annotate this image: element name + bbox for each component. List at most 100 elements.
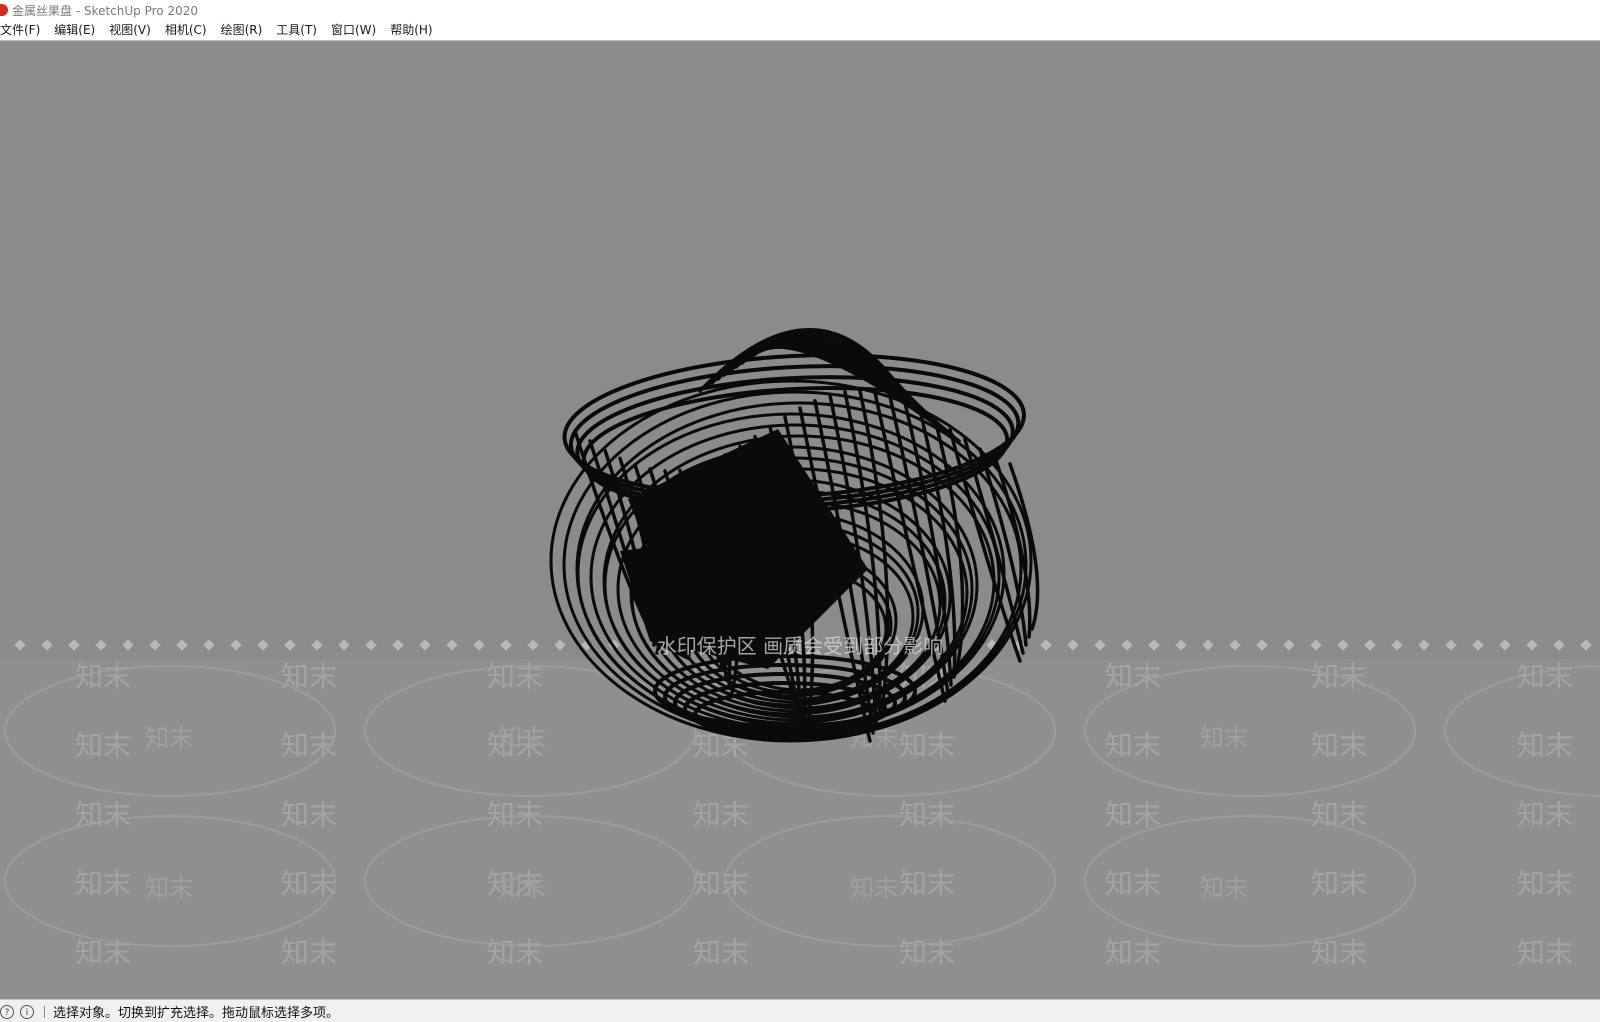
menu-view[interactable]: 视图(V) — [102, 20, 158, 40]
menu-file[interactable]: 文件(F) — [0, 20, 47, 40]
watermark-diamond — [176, 639, 188, 651]
watermark-diamond — [41, 639, 53, 651]
watermark-text: 知末 — [145, 874, 193, 902]
watermark-text: 知末 — [75, 867, 131, 900]
watermark-diamond — [1445, 639, 1457, 651]
watermark-diamond — [392, 639, 404, 651]
watermark-text: 知末 — [1200, 874, 1248, 902]
watermark-text: 知末 — [1105, 660, 1161, 693]
watermark-text: 知末 — [487, 660, 543, 693]
watermark-text: 知末 — [1311, 936, 1367, 969]
watermark-diamond — [1121, 639, 1133, 651]
watermark-diamond — [149, 639, 161, 651]
watermark-diamond — [365, 639, 377, 651]
watermark-diamond — [527, 639, 539, 651]
watermark-diamond — [1418, 639, 1430, 651]
watermark-text: 知末 — [498, 724, 546, 752]
watermark-diamond — [1175, 639, 1187, 651]
watermark-text: 知末 — [899, 867, 955, 900]
watermark-diamond — [1364, 639, 1376, 651]
menu-camera[interactable]: 相机(C) — [158, 20, 214, 40]
watermark-diamond — [1499, 639, 1511, 651]
watermark-diamond — [1580, 639, 1592, 651]
watermark-diamond — [1256, 639, 1268, 651]
window-title: 金属丝果盘 - SketchUp Pro 2020 — [12, 3, 198, 18]
watermark-diamond — [68, 639, 80, 651]
watermark-diamond — [311, 639, 323, 651]
watermark-text: 知末 — [1105, 798, 1161, 831]
watermark-text: 知末 — [850, 874, 898, 902]
watermark-diamond — [122, 639, 134, 651]
watermark-text: 知末 — [1105, 867, 1161, 900]
watermark-text: 知末 — [75, 729, 131, 762]
watermark-diamond — [1337, 639, 1349, 651]
watermark-text: 知末 — [1311, 867, 1367, 900]
watermark-diamond — [230, 639, 242, 651]
watermark-diamond — [554, 639, 566, 651]
watermark-diamond — [419, 639, 431, 651]
watermark-text: 知末 — [75, 798, 131, 831]
watermark-text: 知末 — [1517, 660, 1573, 693]
watermark-notice: 水印保护区 画质会受到部分影响 — [657, 634, 943, 658]
watermark-diamond — [500, 639, 512, 651]
sketchup-window: 金属丝果盘 - SketchUp Pro 2020 文件(F) 编辑(E) 视图… — [0, 0, 1600, 1022]
watermark-diamond — [1202, 639, 1214, 651]
status-bar: ? i 选择对象。切换到扩充选择。拖动鼠标选择多项。 — [0, 999, 1600, 1022]
watermark-text: 知末 — [1105, 936, 1161, 969]
watermark-text: 知末 — [899, 729, 955, 762]
menu-draw[interactable]: 绘图(R) — [214, 20, 270, 40]
watermark-diamond — [1040, 639, 1052, 651]
watermark-text: 知末 — [281, 729, 337, 762]
watermark-text: 知末 — [1517, 936, 1573, 969]
watermark-diamond — [1094, 639, 1106, 651]
watermark-text: 知末 — [1200, 724, 1248, 752]
watermark-text: 知末 — [693, 798, 749, 831]
watermark-diamond — [1553, 639, 1565, 651]
watermark-text: 知末 — [899, 936, 955, 969]
menu-tools[interactable]: 工具(T) — [269, 20, 324, 40]
watermark-diamond — [1229, 639, 1241, 651]
watermark-text: 知末 — [1517, 729, 1573, 762]
watermark-diamond — [1472, 639, 1484, 651]
watermark-text: 知末 — [693, 867, 749, 900]
watermark-diamond — [338, 639, 350, 651]
watermark-text: 知末 — [487, 798, 543, 831]
watermark-diamond — [1526, 639, 1538, 651]
sketchup-app-icon — [0, 4, 8, 16]
viewport-canvas[interactable]: 知末 知末 知末 知末 知末 知末 知末 知末知末 知末 知末 知末 知末 知末 知末 知末知末 知末 知末 知末… — [0, 41, 1600, 999]
watermark-text: 知末 — [487, 936, 543, 969]
watermark-text: 知末 — [498, 874, 546, 902]
menu-bar: 文件(F) 编辑(E) 视图(V) 相机(C) 绘图(R) 工具(T) 窗口(W… — [0, 20, 1600, 41]
watermark-text: 知末 — [281, 798, 337, 831]
status-separator — [44, 1005, 45, 1018]
status-message: 选择对象。切换到扩充选择。拖动鼠标选择多项。 — [53, 1006, 340, 1021]
title-bar: 金属丝果盘 - SketchUp Pro 2020 — [0, 0, 1600, 20]
watermark-diamond — [14, 639, 26, 651]
menu-window[interactable]: 窗口(W) — [324, 20, 383, 40]
watermark-text: 知末 — [281, 867, 337, 900]
watermark-diamond — [1148, 639, 1160, 651]
watermark-text: 知末 — [1311, 660, 1367, 693]
watermark-text: 知末 — [75, 660, 131, 693]
watermark-text: 知末 — [693, 936, 749, 969]
model-viewport[interactable]: 知末 知末 知末 知末 知末 知末 知末 知末 知末 知末 知末 知末 知末 知末 知末 知末 知末 知末 知末 知末… — [0, 41, 1600, 999]
watermark-text: 知末 — [281, 936, 337, 969]
watermark-diamond — [284, 639, 296, 651]
watermark-text: 知末 — [1517, 798, 1573, 831]
watermark-diamond — [1067, 639, 1079, 651]
menu-help[interactable]: 帮助(H) — [383, 20, 439, 40]
watermark-diamond — [1391, 639, 1403, 651]
menu-edit[interactable]: 编辑(E) — [47, 20, 102, 40]
help-icon[interactable]: ? — [0, 1004, 14, 1019]
watermark-text: 知末 — [145, 724, 193, 752]
watermark-text: 知末 — [281, 660, 337, 693]
watermark-text: 知末 — [1105, 729, 1161, 762]
watermark-diamond — [203, 639, 215, 651]
watermark-diamond — [1310, 639, 1322, 651]
watermark-text: 知末 — [75, 936, 131, 969]
watermark-diamond — [95, 639, 107, 651]
info-icon[interactable]: i — [20, 1004, 34, 1019]
watermark-diamond — [446, 639, 458, 651]
watermark-text: 知末 — [1311, 729, 1367, 762]
watermark-text: 知末 — [1311, 798, 1367, 831]
